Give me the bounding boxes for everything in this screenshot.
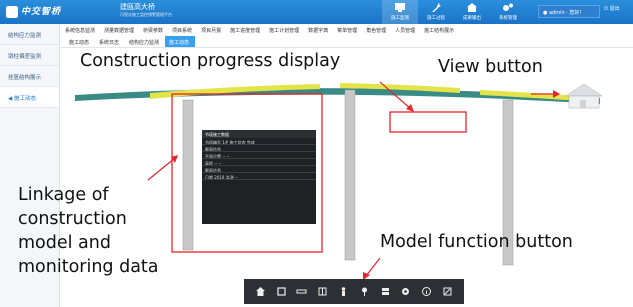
panel-row: 平面位置 -- -- [202, 152, 316, 159]
panel-row: 高程 -- -- [202, 159, 316, 166]
annotation-view: View button [438, 57, 543, 77]
fullscreen-icon[interactable] [442, 286, 454, 298]
sidebar-item-hanging-basket[interactable]: 挂篮结构展示 [0, 66, 59, 87]
model-function-toolbar [244, 279, 464, 304]
user-icon: ● [543, 10, 548, 16]
panel-title: 节段施工数据 [202, 130, 316, 138]
home-icon[interactable] [254, 286, 266, 298]
view-button[interactable] [565, 83, 603, 109]
menu-item[interactable]: 项目月报 [201, 24, 221, 36]
menu-item[interactable]: 系统信息监测 [65, 24, 95, 36]
arrow [365, 257, 381, 277]
app-subtitle: 可视化施工监控预警管理平台 [120, 12, 172, 17]
user-menu[interactable]: ● admin · 您好! [538, 5, 600, 18]
nav-construction-process[interactable]: 施工过程 [418, 0, 454, 24]
logo-icon [6, 5, 18, 18]
tab-stress[interactable]: 结构应力监测 [125, 36, 165, 47]
info-icon[interactable] [421, 286, 433, 298]
annotation-progress: Construction progress display [80, 51, 341, 71]
top-bar: 中交智桥 建瓯高大桥 可视化施工监控预警管理平台 施工监测 施工过程 成果输出 … [0, 0, 633, 24]
sidebar-item-pier[interactable]: 墩柱偏差监测 [0, 45, 59, 66]
grid-icon[interactable] [379, 286, 391, 298]
nav-output[interactable]: 成果输出 [454, 0, 490, 24]
power-icon: ⏻ [604, 6, 608, 12]
menu-item[interactable]: 施工计划管理 [269, 24, 299, 36]
menu-item[interactable]: 施工结构展示 [424, 24, 454, 36]
panel-row: 截面信息 [202, 166, 316, 173]
tab-system-log[interactable]: 系统日志 [95, 36, 125, 47]
sidebar-item-stress[interactable]: 结构应力监测 [0, 24, 59, 45]
pin-icon[interactable] [358, 286, 370, 298]
annotation-function: Model function button [380, 232, 573, 252]
menu-bar: 系统信息监测 测量数据管理 桥梁参数 项目系统 项目月报 施工进度管理 施工计划… [61, 24, 633, 36]
monitor-icon [395, 3, 405, 12]
menu-item[interactable]: 数据字典 [308, 24, 328, 36]
tab-dynamics-active[interactable]: 施工动态 [165, 36, 196, 47]
box-icon[interactable] [275, 286, 287, 298]
monitoring-data-panel: 节段施工数据 节段编号 1# 施工状态 完成 截面信息 平面位置 -- -- 高… [202, 130, 316, 224]
annotation-linkage: Linkage of construction model and monito… [18, 185, 159, 277]
menu-item[interactable]: 测量数据管理 [104, 24, 134, 36]
layers-icon[interactable] [317, 286, 329, 298]
menu-item[interactable]: 角色管理 [366, 24, 386, 36]
logo: 中交智桥 [6, 4, 61, 18]
panel-row: 节段编号 1# 施工状态 完成 [202, 138, 316, 145]
nav-construction-monitoring[interactable]: 施工监测 [382, 0, 418, 24]
progress-highlight-box [389, 111, 467, 133]
menu-item[interactable]: 桥梁参数 [143, 24, 163, 36]
tab-dynamics[interactable]: 施工动态 [65, 36, 95, 47]
menu-item[interactable]: 项目系统 [172, 24, 192, 36]
arrow [147, 157, 176, 181]
sidebar-item-dynamics[interactable]: ◀ 施工动态 [0, 87, 59, 108]
panel-row: 日期 2019 监测 -- [202, 173, 316, 180]
ruler-icon[interactable] [296, 286, 308, 298]
house-icon [467, 3, 477, 12]
gear-icon[interactable] [400, 286, 412, 298]
menu-item[interactable]: 人员管理 [395, 24, 415, 36]
tab-bar: 施工动态 系统日志 结构应力监测 施工动态 [61, 36, 633, 48]
menu-item[interactable]: 菜单管理 [337, 24, 357, 36]
panel-row: 截面信息 [202, 145, 316, 152]
person-icon[interactable] [338, 286, 350, 298]
menu-item[interactable]: 施工进度管理 [230, 24, 260, 36]
top-nav: 施工监测 施工过程 成果输出 系统管理 [382, 0, 526, 24]
pier [182, 99, 194, 251]
app-title: 建瓯高大桥 [120, 3, 155, 11]
nav-system[interactable]: 系统管理 [490, 0, 526, 24]
wrench-icon [432, 3, 441, 12]
pier [344, 89, 356, 261]
gears-icon [503, 3, 513, 11]
logout-button[interactable]: ⏻ 退出 [604, 5, 620, 12]
